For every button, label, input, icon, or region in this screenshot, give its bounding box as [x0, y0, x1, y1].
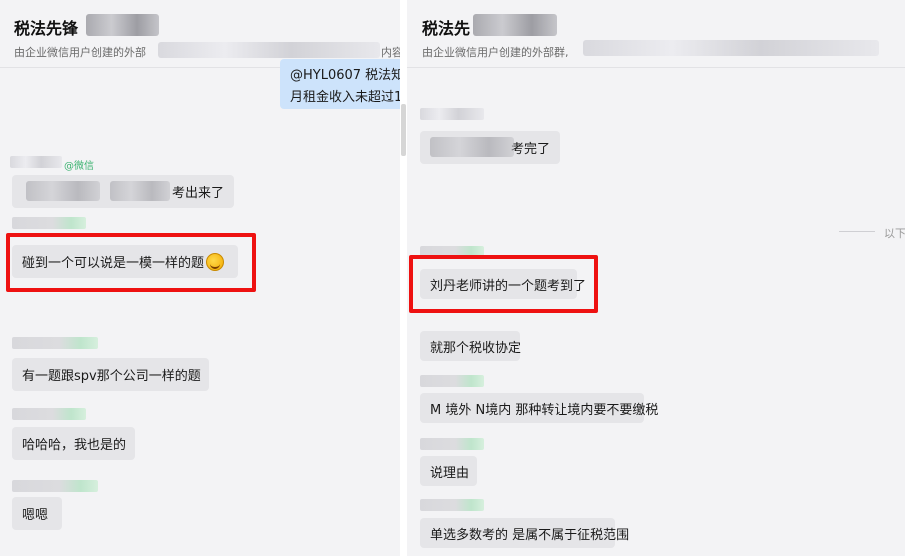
message-text: 考出来了 — [171, 186, 224, 201]
redacted-title-part — [86, 14, 159, 36]
message-bubble[interactable]: 哈哈哈，我也是的 — [12, 427, 135, 460]
scrollbar-thumb[interactable] — [401, 104, 406, 156]
message-text: 哈哈哈，我也是的 — [22, 438, 127, 453]
right-chat-header: 税法先 由企业微信用户创建的外部群, — [407, 0, 905, 68]
message-text: 就那个税收协定 — [430, 340, 522, 356]
divider-label: 以下 — [884, 227, 905, 240]
sender-name-redacted — [12, 408, 86, 420]
sender-name-redacted — [12, 480, 98, 492]
message-bubble[interactable]: 嗯嗯 — [12, 497, 62, 530]
message-bubble[interactable]: 单选多数考的 是属不属于征税范围 — [420, 518, 629, 548]
message-bubble[interactable]: 有一题跟spv那个公司一样的题 — [12, 358, 209, 391]
left-chat-subtitle: 由企业微信用户创建的外部 — [14, 46, 146, 59]
right-chat-title[interactable]: 税法先 — [422, 15, 470, 39]
message-bubble[interactable]: 就那个税收协定 — [420, 331, 522, 361]
sender-name-redacted — [420, 375, 484, 387]
pane-divider — [400, 0, 407, 556]
message-text: 嗯嗯 — [22, 508, 49, 523]
left-chat-subtitle-tail: 内容 — [381, 46, 400, 59]
red-highlight-box — [6, 233, 256, 292]
redacted-mention — [430, 137, 514, 157]
sender-name-redacted — [420, 438, 484, 450]
left-chat-title[interactable]: 税法先锋 — [14, 15, 78, 39]
left-chat-pane: 税法先锋 由企业微信用户创建的外部 内容 @HYL0607 税法知 月租金收入未… — [0, 0, 400, 556]
sender-name-redacted — [420, 499, 484, 511]
sender-name-redacted — [12, 217, 86, 229]
sender-name-redacted — [10, 156, 62, 168]
right-chat-subtitle: 由企业微信用户创建的外部群, — [422, 46, 569, 59]
sender-name-redacted — [12, 337, 98, 349]
message-bubble[interactable]: 考完了 — [420, 131, 560, 164]
message-bubble[interactable]: 说理由 — [420, 456, 477, 486]
redacted-subtitle-part — [583, 40, 879, 56]
sender-tag: @微信 — [64, 161, 94, 172]
redacted-title-part — [473, 14, 557, 36]
message-text: 说理由 — [430, 465, 470, 481]
message-text: 单选多数考的 是属不属于征税范围 — [430, 527, 630, 543]
message-text: 有一题跟spv那个公司一样的题 — [22, 369, 201, 384]
redacted-mention — [110, 181, 170, 201]
divider-line — [839, 231, 875, 232]
redacted-mention — [26, 181, 100, 201]
message-text: 考完了 — [510, 142, 550, 157]
my-message-line-1: @HYL0607 税法知 — [290, 68, 400, 83]
left-chat-header: 税法先锋 由企业微信用户创建的外部 内容 — [0, 0, 400, 68]
right-chat-pane: 税法先 由企业微信用户创建的外部群, 考完了 以下 刘丹老师讲的一个题考到了 就… — [407, 0, 905, 556]
sender-name-redacted — [420, 108, 484, 120]
redacted-subtitle-part — [158, 42, 380, 58]
message-text: M 境外 N境内 那种转让境内要不要缴税 — [430, 402, 659, 418]
message-bubble[interactable]: 考出来了 — [12, 175, 234, 208]
my-message-line-2: 月租金收入未超过1 — [290, 90, 400, 105]
red-highlight-box — [409, 255, 598, 313]
message-bubble[interactable]: M 境外 N境内 那种转让境内要不要缴税 — [420, 393, 658, 423]
my-message-bubble[interactable]: @HYL0607 税法知 月租金收入未超过1 — [280, 59, 400, 109]
